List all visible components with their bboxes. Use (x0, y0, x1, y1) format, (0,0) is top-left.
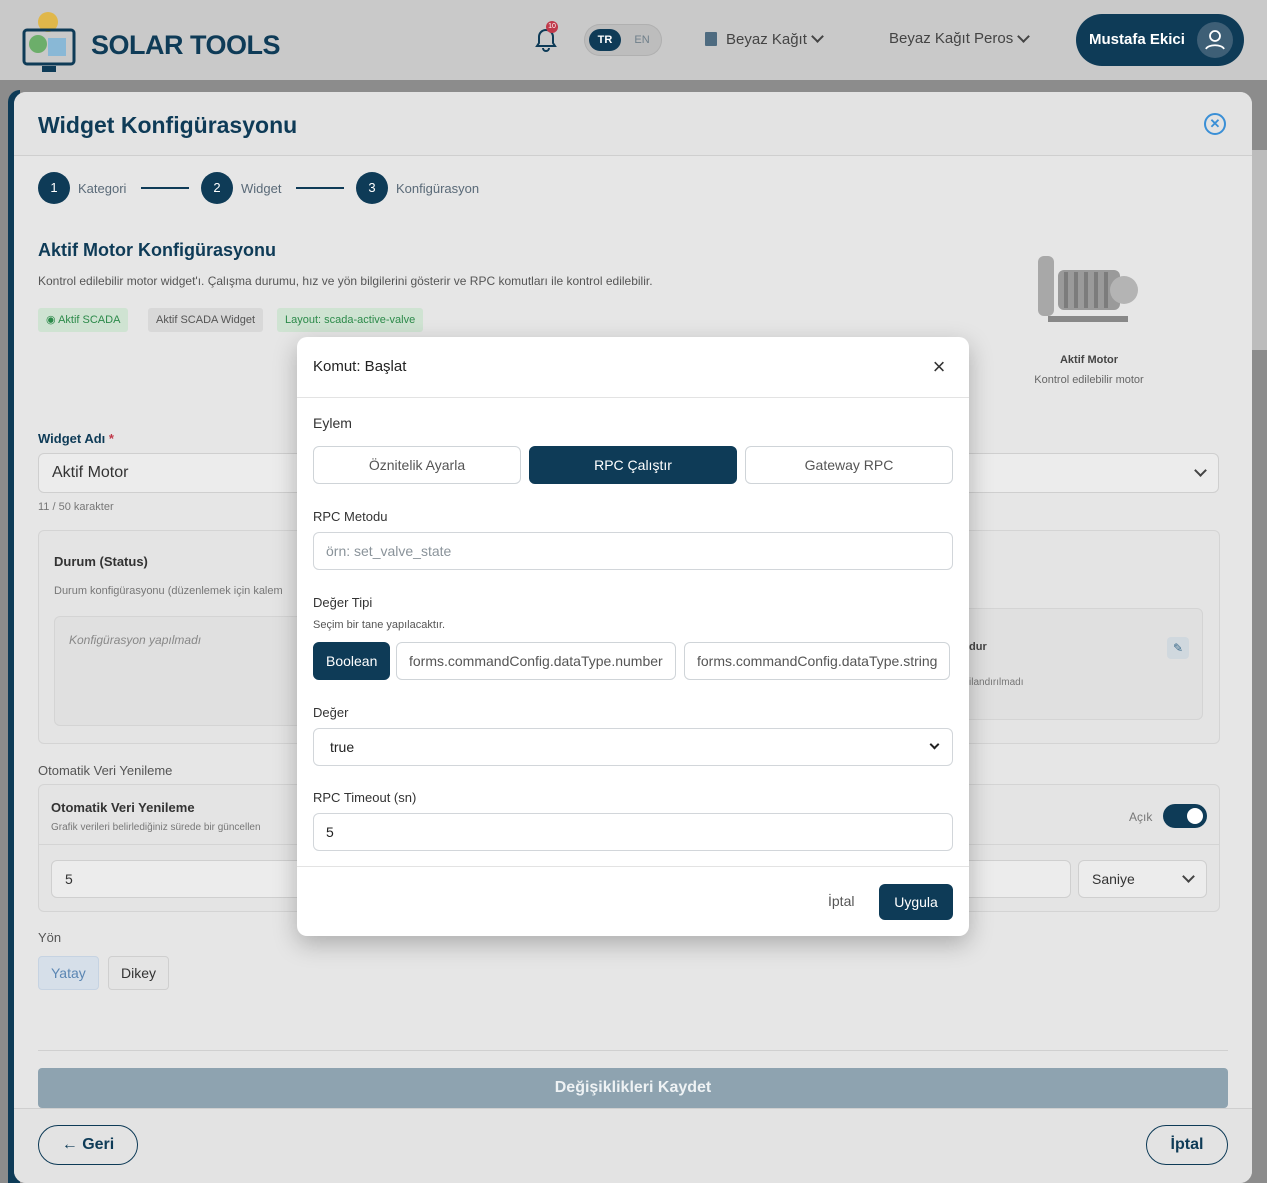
value-type-number-button[interactable]: forms.commandConfig.dataType.number (396, 642, 676, 680)
refresh-unit-select[interactable]: Saniye (1078, 860, 1207, 898)
step-number: 3 (356, 172, 388, 204)
action-set-attribute-button[interactable]: Öznitelik Ayarla (313, 446, 521, 484)
user-menu[interactable]: Mustafa Ekici (1076, 14, 1244, 66)
section-title: Aktif Motor Konfigürasyonu (38, 240, 276, 260)
edit-pencil-icon[interactable]: ✎ (1167, 637, 1189, 659)
save-changes-button[interactable]: Değişiklikleri Kaydet (38, 1068, 1228, 1108)
auto-refresh-title: Otomatik Veri Yenileme (51, 800, 195, 815)
action-gateway-rpc-button[interactable]: Gateway RPC (745, 446, 953, 484)
preview-name: Aktif Motor (1059, 354, 1119, 366)
direction-horizontal-button[interactable]: Yatay (38, 956, 99, 990)
modal-header: Komut: Başlat × (297, 337, 969, 398)
widget-type-select[interactable] (954, 453, 1219, 493)
modal-cancel-button[interactable]: İptal (828, 893, 854, 909)
value-select-current: true (330, 739, 355, 755)
tag-badge: Layout: scada-active-valve (277, 308, 424, 332)
step-connector (141, 187, 189, 189)
value-type-boolean-button[interactable]: Boolean (313, 642, 391, 680)
preview-description: Kontrol edilebilir motor (1034, 374, 1144, 386)
modal-footer-divider (297, 866, 969, 867)
direction-vertical-button[interactable]: Dikey (108, 956, 170, 990)
step-label: Kategori (78, 180, 127, 196)
chevron-down-icon (929, 739, 940, 750)
step-1[interactable]: 1 Kategori (38, 172, 126, 204)
step-label: Widget (241, 180, 282, 196)
top-navbar: SOLAR TOOLS 10 TR EN Beyaz Kağıt Beyaz K… (0, 0, 1267, 80)
modal-title: Komut: Başlat (313, 358, 407, 375)
toggle-knob (1187, 808, 1203, 824)
brand-name: SOLAR TOOLS (91, 30, 281, 60)
status-empty-box: Konfigürasyon yapılmadı (54, 616, 314, 726)
avatar-icon (1197, 22, 1233, 58)
step-2[interactable]: 2 Widget (201, 172, 281, 204)
organization-selector-label: Beyaz Kağıt Peros (889, 30, 1014, 47)
modal-apply-button[interactable]: Uygula (879, 884, 953, 920)
close-icon[interactable]: × (927, 353, 951, 381)
widget-name-input[interactable]: Aktif Motor (38, 453, 338, 493)
language-toggle[interactable]: TR EN (584, 24, 662, 56)
step-3[interactable]: 3 Konfigürasyon (356, 172, 479, 204)
direction-label: Yön (38, 930, 62, 945)
step-connector (296, 187, 344, 189)
chevron-down-icon (1017, 29, 1031, 43)
section-description: Kontrol edilebilir motor widget'ı. Çalış… (38, 274, 653, 288)
action-label: Eylem (313, 415, 352, 431)
right-card-subtitle: ilandırılmadı (969, 677, 1024, 688)
value-type-label: Değer Tipi (313, 595, 373, 610)
command-modal: Komut: Başlat × Eylem Öznitelik Ayarla R… (297, 337, 969, 936)
value-type-hint: Seçim bir tane yapılacaktır. (313, 619, 446, 631)
tag-badge: Aktif SCADA Widget (148, 308, 264, 332)
auto-refresh-description: Grafik verileri belirlediğiniz sürede bi… (51, 822, 261, 833)
right-card-title: dur (969, 641, 987, 653)
refresh-unit-value: Saniye (1092, 871, 1135, 887)
lang-tr-option[interactable]: TR (589, 29, 621, 51)
notification-badge: 10 (546, 21, 558, 33)
chevron-down-icon (811, 30, 824, 43)
value-type-string-button[interactable]: forms.commandConfig.dataType.string (684, 642, 951, 680)
status-description: Durum konfigürasyonu (düzenlemek için ka… (54, 585, 283, 597)
document-selector[interactable]: Beyaz Kağıt (702, 30, 824, 48)
status-title: Durum (Status) (54, 554, 148, 569)
value-label: Değer (313, 705, 349, 720)
panel-title: Widget Konfigürasyonu (38, 112, 298, 138)
document-icon (705, 32, 717, 46)
refresh-interval-extra-input[interactable] (954, 860, 1071, 898)
motor-preview-image (1038, 256, 1138, 322)
value-select[interactable]: true (313, 728, 953, 766)
chevron-down-icon (1182, 870, 1195, 883)
rpc-method-label: RPC Metodu (313, 509, 388, 524)
status-empty-text: Konfigürasyon yapılmadı (69, 633, 202, 647)
panel-header: Widget Konfigürasyonu ✕ (14, 92, 1252, 156)
right-config-card: dur ilandırılmadı ✎ (954, 608, 1203, 720)
widget-name-label: Widget Adı * (38, 431, 114, 446)
lang-en-option[interactable]: EN (628, 29, 656, 51)
chevron-down-icon (1194, 464, 1207, 477)
user-name: Mustafa Ekici (1089, 31, 1185, 48)
char-counter: 11 / 50 karakter (38, 501, 114, 513)
back-button[interactable]: ← Geri (38, 1125, 138, 1165)
toggle-label: Açık (1129, 810, 1153, 824)
background-scrollbar[interactable] (1252, 150, 1267, 350)
step-label: Konfigürasyon (396, 180, 480, 196)
solar-logo-icon (22, 12, 76, 72)
rpc-method-input[interactable]: örn: set_valve_state (313, 532, 953, 570)
auto-refresh-section-label: Otomatik Veri Yenileme (38, 763, 173, 778)
step-number: 2 (201, 172, 233, 204)
action-run-rpc-button[interactable]: RPC Çalıştır (529, 446, 737, 484)
step-number: 1 (38, 172, 70, 204)
document-selector-label: Beyaz Kağıt (726, 30, 807, 48)
panel-footer (14, 1108, 1252, 1183)
auto-refresh-toggle[interactable] (1163, 804, 1207, 828)
cancel-button[interactable]: İptal (1146, 1125, 1228, 1165)
organization-selector[interactable]: Beyaz Kağıt Peros (889, 29, 1031, 47)
divider (38, 1050, 1228, 1051)
rpc-timeout-label: RPC Timeout (sn) (313, 790, 417, 805)
refresh-interval-input[interactable]: 5 (51, 860, 311, 898)
close-icon[interactable]: ✕ (1204, 113, 1226, 135)
rpc-timeout-input[interactable]: 5 (313, 813, 953, 851)
tag-badge: ◉ Aktif SCADA (38, 308, 129, 332)
